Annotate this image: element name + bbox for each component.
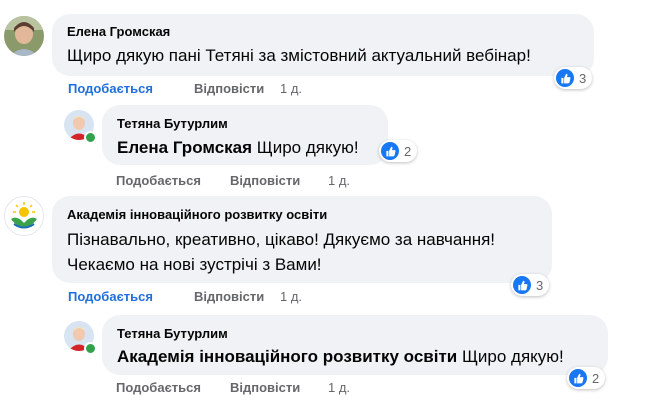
reaction-count: 2 xyxy=(592,370,600,386)
avatar[interactable] xyxy=(4,196,44,236)
thumbs-up-icon xyxy=(513,276,531,294)
comment-text: Щиро дякую пані Тетяні за змістовний акт… xyxy=(67,46,531,65)
academy-logo-icon xyxy=(5,197,43,235)
comment-author[interactable]: Тетяна Бутурлим xyxy=(117,326,228,341)
reaction-badge[interactable]: 2 xyxy=(567,367,606,389)
online-status-dot xyxy=(84,131,97,144)
comment-text: Елена Громская Щиро дякую! xyxy=(117,136,359,160)
reply-link[interactable]: Відповісти xyxy=(230,173,300,188)
comment-author[interactable]: Академія інноваційного розвитку освіти xyxy=(67,207,327,222)
reaction-badge[interactable]: 3 xyxy=(511,274,550,296)
comment-body: Щиро дякую! xyxy=(461,347,564,366)
avatar[interactable] xyxy=(4,16,44,56)
reply-link[interactable]: Відповісти xyxy=(194,289,264,304)
like-link[interactable]: Подобається xyxy=(116,380,201,395)
comment-author[interactable]: Тетяна Бутурлим xyxy=(117,116,228,131)
reaction-badge[interactable]: 3 xyxy=(554,67,593,89)
thumbs-up-icon xyxy=(381,142,399,160)
reaction-count: 3 xyxy=(579,70,587,86)
online-status-dot xyxy=(84,342,97,355)
like-link[interactable]: Подобається xyxy=(116,173,201,188)
user-photo-icon xyxy=(4,16,44,56)
mention-link[interactable]: Елена Громская xyxy=(117,138,252,157)
mention-link[interactable]: Академія інноваційного розвитку освіти xyxy=(117,347,457,366)
reaction-badge[interactable]: 2 xyxy=(379,140,418,162)
like-link[interactable]: Подобається xyxy=(68,81,153,96)
timestamp[interactable]: 1 д. xyxy=(280,289,302,304)
timestamp[interactable]: 1 д. xyxy=(328,173,350,188)
comment-text: Академія інноваційного розвитку освіти Щ… xyxy=(117,345,564,369)
reply-link[interactable]: Відповісти xyxy=(230,380,300,395)
comment-body: Щиро дякую! xyxy=(256,138,359,157)
comment-author[interactable]: Елена Громская xyxy=(67,24,170,39)
reaction-count: 3 xyxy=(536,277,544,293)
reply-link[interactable]: Відповісти xyxy=(194,81,264,96)
thumbs-up-icon xyxy=(569,369,587,387)
thumbs-up-icon xyxy=(556,69,574,87)
comment-text: Чекаємо на нові зустрічі з Вами! xyxy=(67,255,322,274)
timestamp[interactable]: 1 д. xyxy=(328,380,350,395)
like-link[interactable]: Подобається xyxy=(68,289,153,304)
comment-text: Пізнавально, креативно, цікаво! Дякуємо … xyxy=(67,230,496,249)
timestamp[interactable]: 1 д. xyxy=(280,81,302,96)
reaction-count: 2 xyxy=(404,143,412,159)
